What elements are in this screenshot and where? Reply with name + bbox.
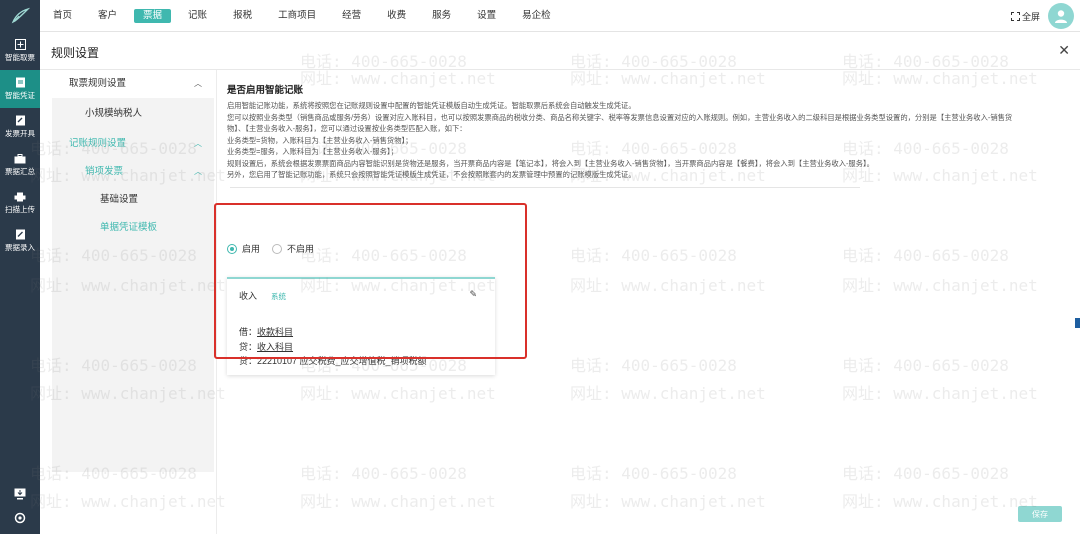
voucher-icon bbox=[15, 77, 25, 88]
panel-title: 规则设置 bbox=[51, 46, 100, 60]
settings-sidenav: 取票规则设置 ︿ 小规模纳税人 记账规则设置 ︿ 销项发票 ︿ 基础设置 单据凭… bbox=[52, 70, 214, 534]
rail-receipt-entry[interactable]: 票据录入 bbox=[0, 222, 40, 260]
printer-icon bbox=[14, 192, 26, 201]
app-logo[interactable] bbox=[0, 0, 40, 32]
fullscreen-label: 全屏 bbox=[1021, 11, 1040, 22]
rail-scan-upload[interactable]: 扫描上传 bbox=[0, 184, 40, 222]
divider bbox=[230, 187, 860, 188]
description-line: 业务类型=货物，入账科目为【主营业务收入-销售货物】； bbox=[227, 135, 413, 145]
nav-operations[interactable]: 经营 bbox=[333, 9, 370, 23]
rail-label: 智能取票 bbox=[5, 53, 35, 62]
section-title: 是否启用智能记账 bbox=[227, 85, 304, 96]
sidenav-ticket-rules[interactable]: 取票规则设置 ︿ bbox=[52, 70, 214, 98]
rail-label: 票据汇总 bbox=[5, 166, 35, 176]
nav-receipts[interactable]: 票据 bbox=[134, 9, 172, 23]
sidenav-fill bbox=[52, 242, 214, 472]
rail-label: 票据录入 bbox=[5, 243, 35, 252]
rail-label: 发票开具 bbox=[5, 129, 35, 138]
monitor-download-icon[interactable] bbox=[14, 488, 26, 500]
close-icon[interactable]: ✕ bbox=[1058, 43, 1070, 57]
sidenav-group-label: 取票规则设置 bbox=[69, 78, 127, 89]
nav-home[interactable]: 首页 bbox=[44, 9, 81, 23]
rail-label: 智能凭证 bbox=[5, 91, 35, 100]
nav-customers[interactable]: 客户 bbox=[89, 9, 126, 23]
user-avatar[interactable] bbox=[1048, 3, 1074, 29]
support-headset-icon[interactable] bbox=[14, 512, 26, 524]
save-button[interactable]: 保存 bbox=[1018, 506, 1062, 522]
nav-bookkeeping[interactable]: 记账 bbox=[179, 9, 216, 23]
annotation-highlight-box bbox=[214, 203, 527, 359]
chevron-up-icon: ︿ bbox=[194, 79, 202, 88]
description-line: 物】、【主营业务收入-服务】，您可以通过设置按业务类型匹配入账，如下： bbox=[227, 124, 467, 133]
sidenav-sales-invoice[interactable]: 销项发票 ︿ bbox=[52, 158, 214, 186]
briefcase-icon bbox=[14, 153, 26, 163]
description-line: 业务类型=服务，入账科目为【主营业务收入-服务】； bbox=[227, 147, 398, 156]
description: 启用智能记账功能，系统将按照您在记账规则设置中配置的智能凭证模版自动生成凭证。智… bbox=[227, 100, 1067, 181]
nav-settings[interactable]: 设置 bbox=[468, 9, 505, 23]
panel-header: 规则设置 ✕ bbox=[40, 32, 1080, 70]
rail-smart-voucher[interactable]: 智能凭证 bbox=[0, 70, 40, 108]
rail-receipt-summary[interactable]: 票据汇总 bbox=[0, 146, 40, 184]
rail-smart-ticket[interactable]: 智能取票 bbox=[0, 32, 40, 70]
fullscreen-icon bbox=[1010, 11, 1020, 21]
sidenav-small-taxpayer[interactable]: 小规模纳税人 bbox=[52, 98, 214, 130]
nav-yiqijian[interactable]: 易企检 bbox=[513, 9, 560, 23]
sidenav-group-label: 记账规则设置 bbox=[69, 138, 127, 149]
sidenav-voucher-template[interactable]: 单据凭证模板 bbox=[52, 214, 214, 242]
nav-tax[interactable]: 报税 bbox=[224, 9, 261, 23]
scroll-handle[interactable] bbox=[1075, 318, 1080, 328]
top-nav: 首页 客户 票据 记账 报税 工商项目 经营 收费 服务 设置 易企检 全屏 bbox=[0, 0, 1080, 32]
description-line: 您可以按照业务类型（销售商品或服务/劳务）设置对应入账科目，也可以按照发票商品的… bbox=[227, 112, 1013, 122]
rail-label: 扫描上传 bbox=[5, 204, 35, 214]
sidenav-sub-label: 销项发票 bbox=[85, 166, 124, 177]
sidenav-basic-settings[interactable]: 基础设置 bbox=[52, 186, 214, 214]
left-rail: 智能取票 智能凭证 发票开具 票据汇总 扫描上传 票据录入 bbox=[0, 32, 40, 534]
rail-invoice-issue[interactable]: 发票开具 bbox=[0, 108, 40, 146]
ticket-add-icon bbox=[14, 39, 26, 50]
nav-charges[interactable]: 收费 bbox=[378, 9, 415, 23]
sidenav-bookkeeping-rules[interactable]: 记账规则设置 ︿ bbox=[52, 130, 214, 158]
nav-services[interactable]: 服务 bbox=[423, 9, 460, 23]
chevron-up-icon: ︿ bbox=[194, 139, 202, 148]
description-line: 启用智能记账功能，系统将按照您在记账规则设置中配置的智能凭证模版自动生成凭证。智… bbox=[227, 101, 636, 110]
feather-logo-icon bbox=[11, 7, 30, 24]
entry-icon bbox=[15, 229, 25, 240]
chevron-up-icon: ︿ bbox=[194, 167, 202, 176]
description-line: 另外，您启用了智能记账功能，系统只会按照智能凭证模版生成凭证，不会按照账套内的发… bbox=[227, 170, 636, 179]
fullscreen-button[interactable]: 全屏 bbox=[1010, 10, 1040, 23]
description-line: 规则设置后，系统会根据发票票面商品内容智能识别是货物还是服务，当开票商品内容是【… bbox=[227, 158, 874, 168]
invoice-pen-icon bbox=[15, 115, 25, 126]
rules-settings-panel: 规则设置 ✕ 取票规则设置 ︿ 小规模纳税人 记账规则设置 ︿ 销项发票 ︿ 基… bbox=[40, 32, 1080, 534]
user-icon bbox=[1055, 10, 1067, 23]
nav-business-projects[interactable]: 工商项目 bbox=[269, 9, 325, 23]
